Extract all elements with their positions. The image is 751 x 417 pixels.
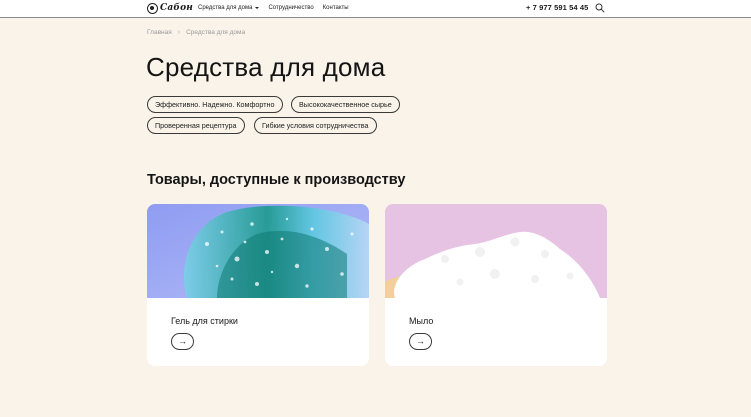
- feature-tag: Гибкие условия сотрудничества: [254, 117, 377, 134]
- phone-link[interactable]: + 7 977 591 54 45: [526, 3, 588, 12]
- product-image-gel: [147, 204, 369, 298]
- logo-text: Сабон: [160, 3, 194, 13]
- nav-item-label: Контакты: [322, 5, 349, 11]
- feature-tag: Высококачественное сырье: [291, 96, 400, 113]
- nav-item-label: Средства для дома: [198, 5, 253, 11]
- product-title: Мыло: [409, 316, 434, 326]
- logo[interactable]: Сабон: [147, 2, 193, 15]
- logo-mark-icon: [147, 3, 158, 14]
- nav-item-products[interactable]: Средства для дома: [198, 4, 260, 12]
- page-title: Средства для дома: [146, 52, 386, 82]
- nav-item-cooperation[interactable]: Сотрудничество: [268, 4, 313, 12]
- main-nav: Средства для дома Сотрудничество Контакт…: [198, 4, 349, 12]
- chevron-down-icon: [255, 7, 260, 9]
- site-header: Сабон Средства для дома Сотрудничество К…: [0, 0, 751, 18]
- product-card-gel[interactable]: Гель для стирки →: [147, 204, 369, 366]
- section-title: Товары, доступные к производству: [147, 172, 406, 188]
- nav-item-contacts[interactable]: Контакты: [323, 4, 349, 12]
- nav-item-label: Сотрудничество: [268, 5, 314, 11]
- product-card-soap[interactable]: Мыло →: [385, 204, 607, 366]
- search-icon[interactable]: [595, 3, 605, 13]
- arrow-right-icon[interactable]: →: [409, 333, 432, 350]
- breadcrumb-home[interactable]: Главная: [147, 29, 172, 36]
- breadcrumb: Главная › Средства для дома: [147, 29, 245, 36]
- arrow-right-icon[interactable]: →: [171, 333, 194, 350]
- product-image-soap: [385, 204, 607, 298]
- product-title: Гель для стирки: [171, 316, 238, 326]
- breadcrumb-separator: ›: [177, 29, 181, 36]
- feature-tag: Проверенная рецептура: [147, 117, 245, 134]
- breadcrumb-current: Средства для дома: [186, 29, 246, 36]
- feature-tag: Эффективно. Надежно. Комфортно: [147, 96, 283, 113]
